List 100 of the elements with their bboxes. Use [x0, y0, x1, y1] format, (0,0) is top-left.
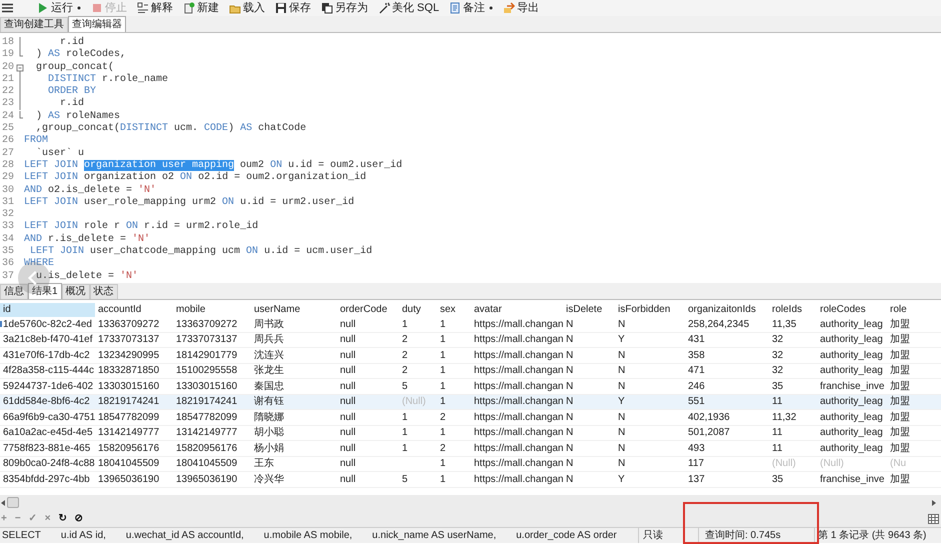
table-cell-text: 15820956176	[97, 442, 160, 456]
column-header[interactable]: accountId	[95, 302, 173, 316]
column-header[interactable]: sex	[437, 302, 471, 316]
toolbar-button[interactable]: 美化 SQL	[378, 0, 440, 16]
line-number: 33	[1, 221, 16, 234]
toolbar-button[interactable]: 导出	[503, 0, 540, 16]
menu-icon[interactable]	[2, 3, 13, 13]
tab[interactable]: 状态	[90, 284, 118, 299]
tab[interactable]: 查询创建工具	[0, 17, 68, 32]
table-cell-text: 13303015160	[97, 380, 160, 394]
table-cell-text: authority_leag	[819, 442, 884, 456]
toolbar-button[interactable]: 载入	[229, 0, 265, 16]
table-cell-text: 493	[687, 442, 706, 456]
table-cell-text: 谢有钰	[253, 394, 285, 410]
table-cell-text: 胡小聪	[253, 426, 285, 440]
table-cell-text: (Null)	[819, 457, 845, 472]
line-number: 34	[1, 234, 16, 246]
line-number: 32	[1, 209, 16, 221]
table-cell-text: null	[339, 457, 357, 472]
table-cell-text: authority_leag	[819, 348, 884, 363]
tab[interactable]: 查询编辑器	[68, 16, 126, 32]
table-cell-text: https://mall.changan	[473, 364, 563, 378]
table-cell-text: 809b0ca0-24f8-4c88	[2, 457, 95, 472]
column-header[interactable]: userName	[251, 302, 337, 316]
table-cell-text: 15820956176	[175, 442, 238, 456]
table-cell-text: 5	[401, 380, 409, 394]
fold-marker-icon[interactable]	[16, 62, 24, 74]
tab[interactable]: 结果1	[28, 283, 62, 299]
table-cell-text: 13363709272	[97, 318, 160, 332]
table-cell-text: null	[339, 318, 357, 332]
table-cell-text: null	[339, 395, 357, 410]
scroll-left-icon[interactable]	[1, 500, 5, 506]
column-header[interactable]: id	[0, 302, 95, 316]
scrollbar-thumb[interactable]	[7, 497, 19, 508]
toolbar-button[interactable]: 解释	[137, 0, 173, 16]
column-header[interactable]: role	[887, 302, 941, 316]
column-header[interactable]: mobile	[173, 302, 251, 316]
grid-tool-button[interactable]: ⊘	[74, 512, 83, 524]
column-header[interactable]: orderCode	[337, 302, 399, 316]
column-header[interactable]: isDelete	[563, 302, 615, 316]
table-cell-text: 加盟	[889, 410, 911, 425]
table-cell-text: https://mall.changan	[473, 442, 563, 456]
table-cell-text: 17337073137	[175, 333, 238, 348]
list-icon	[137, 2, 149, 14]
line-number: 29	[1, 172, 16, 185]
line-number: 36	[1, 258, 16, 271]
scroll-right-icon[interactable]	[932, 500, 936, 506]
table-cell-text: null	[339, 348, 357, 363]
toolbar-button[interactable]: 运行	[37, 0, 81, 16]
table-cell-text: 18219174241	[175, 395, 238, 410]
code-line: r.id	[59, 37, 86, 48]
table-cell-text: 1	[401, 442, 409, 456]
code-line: u.is_delete = 'N'	[35, 270, 140, 283]
column-header[interactable]: roleCodes	[817, 302, 887, 316]
table-cell-text: 11	[771, 395, 784, 410]
table-cell-text: 246	[687, 380, 706, 394]
table-cell-text: 551	[687, 395, 706, 410]
table-cell-text: N	[565, 318, 574, 332]
column-header[interactable]: organizaitonIds	[685, 302, 769, 316]
toolbar-button[interactable]: 新建	[183, 0, 219, 16]
column-header[interactable]: duty	[399, 302, 437, 316]
column-header[interactable]: isForbidden	[615, 302, 685, 316]
column-header[interactable]: roleIds	[769, 302, 817, 316]
tab[interactable]: 概况	[62, 284, 90, 299]
toolbar-button[interactable]: 保存	[275, 0, 311, 16]
table-cell-text: 35	[771, 380, 784, 394]
table-cell-text: null	[339, 410, 357, 425]
table-cell-text: N	[617, 457, 626, 472]
column-header[interactable]: avatar	[471, 302, 563, 316]
line-number: 28	[1, 160, 16, 172]
table-cell-text: 13234290995	[97, 348, 160, 363]
table-cell-text: authority_leag	[819, 395, 884, 410]
table-cell-text: 2	[439, 410, 447, 425]
line-number: 22	[1, 86, 16, 98]
table-cell-text: 13142149777	[97, 426, 160, 440]
table-cell-text: authority_leag	[819, 333, 884, 348]
status-mode: 只读	[638, 528, 698, 543]
grid-view-icon[interactable]	[928, 514, 939, 524]
table-cell-text: authority_leag	[819, 318, 884, 332]
toolbar-button[interactable]: 另存为	[321, 0, 368, 16]
tab[interactable]: 信息	[0, 284, 28, 299]
table-cell-text: N	[565, 410, 574, 425]
line-number: 25	[1, 123, 16, 135]
table-cell-text: 1	[439, 395, 447, 410]
toolbar-button[interactable]: 备注	[449, 0, 494, 16]
table-cell-text: 秦国忠	[253, 380, 285, 394]
code-line: LEFT JOIN organization user mapping oum2 ON u.id = oum2.user_id	[24, 160, 402, 172]
table-cell-text: null	[339, 442, 357, 456]
line-number: 27	[1, 148, 16, 160]
table-cell-text: 117	[687, 457, 705, 472]
table-cell-text: 冷兴华	[253, 472, 285, 487]
table-cell-text: 1	[439, 380, 447, 394]
table-cell-text: 周书政	[253, 318, 285, 332]
selected-row[interactable]: 61dd584e-8bf6-4c2 18219174241 18219174241 谢有钰 null (Null) 1 https://mall.changan N Y 551 11 authority_leag 加盟	[0, 394, 941, 410]
table-cell-text: 11	[771, 426, 784, 440]
table-cell-text: 1	[439, 364, 447, 378]
grid-tool-button[interactable]: ↻	[58, 512, 67, 524]
table-cell-text: N	[617, 364, 626, 378]
line-number: 24	[1, 110, 16, 123]
table-cell-text: 11,32	[771, 410, 798, 425]
